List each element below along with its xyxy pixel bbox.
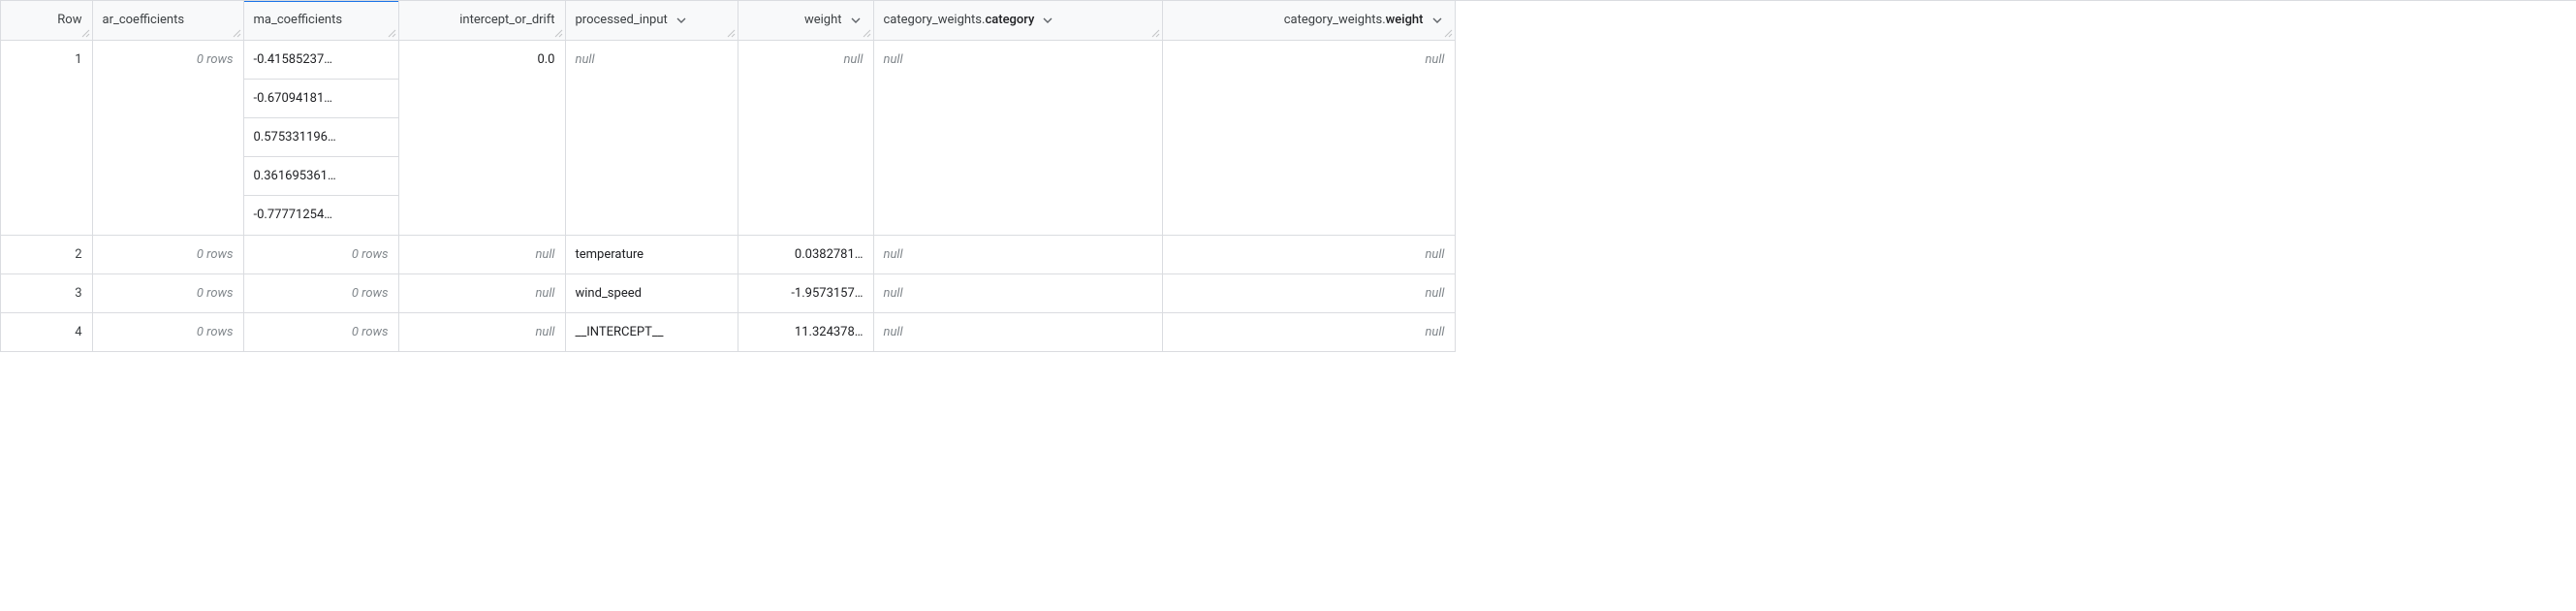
cell-ma-coefficients: -0.41585237… -0.67094181… 0.575331196… 0… — [243, 40, 398, 235]
list-item: 0.575331196… — [244, 118, 398, 157]
header-weight[interactable]: weight — [738, 1, 873, 40]
cell-row-number: 4 — [1, 312, 92, 351]
caret-down-icon[interactable] — [1040, 13, 1055, 28]
list-item: -0.77771254… — [244, 196, 398, 235]
header-label: ar_coefficients — [103, 13, 185, 27]
header-category-weights-category[interactable]: category_weights.category — [873, 1, 1162, 40]
cell-ar-coefficients: 0 rows — [92, 312, 243, 351]
cell-ma-coefficients: 0 rows — [243, 312, 398, 351]
header-category-weights-weight[interactable]: category_weights.weight — [1162, 1, 1455, 40]
header-label: Row — [57, 13, 81, 27]
resize-handle-icon[interactable] — [387, 28, 396, 38]
cell-category-weights-weight: null — [1162, 40, 1455, 235]
resize-handle-icon[interactable] — [862, 28, 871, 38]
header-label: processed_input — [576, 13, 668, 27]
list-item: 0.361695361… — [244, 157, 398, 196]
cell-row-number: 2 — [1, 235, 92, 273]
header-label: weight — [804, 13, 842, 27]
header-label-prefix: category_weights. — [884, 13, 986, 27]
cell-weight: 11.324378… — [738, 312, 873, 351]
table-row: 2 0 rows 0 rows null temperature 0.03827… — [1, 235, 1455, 273]
resize-handle-icon[interactable] — [232, 28, 241, 38]
resize-handle-icon[interactable] — [553, 28, 563, 38]
cell-processed-input: temperature — [565, 235, 738, 273]
cell-intercept-or-drift: null — [398, 312, 565, 351]
cell-weight: 0.0382781… — [738, 235, 873, 273]
header-label-field: weight — [1386, 13, 1424, 27]
cell-row-number: 3 — [1, 273, 92, 312]
resize-handle-icon[interactable] — [726, 28, 736, 38]
cell-processed-input: null — [565, 40, 738, 235]
results-table: Row ar_coefficients ma_coefficients inte… — [1, 1, 1456, 352]
cell-intercept-or-drift: null — [398, 235, 565, 273]
header-label: intercept_or_drift — [459, 13, 554, 27]
table-row: 4 0 rows 0 rows null __INTERCEPT__ 11.32… — [1, 312, 1455, 351]
header-processed-input[interactable]: processed_input — [565, 1, 738, 40]
caret-down-icon[interactable] — [1429, 13, 1445, 28]
resize-handle-icon[interactable] — [1443, 28, 1453, 38]
header-intercept-or-drift[interactable]: intercept_or_drift — [398, 1, 565, 40]
cell-row-number: 1 — [1, 40, 92, 235]
table-row: 1 0 rows -0.41585237… -0.67094181… 0.575… — [1, 40, 1455, 235]
cell-processed-input: wind_speed — [565, 273, 738, 312]
caret-down-icon[interactable] — [674, 13, 689, 28]
resize-handle-icon[interactable] — [1150, 28, 1160, 38]
header-label: ma_coefficients — [254, 13, 343, 27]
list-item: -0.41585237… — [244, 41, 398, 80]
cell-weight: -1.9573157… — [738, 273, 873, 312]
cell-category-weights-category: null — [873, 40, 1162, 235]
header-ma-coefficients[interactable]: ma_coefficients — [243, 1, 398, 40]
cell-weight: null — [738, 40, 873, 235]
cell-category-weights-weight: null — [1162, 312, 1455, 351]
header-label-field: category — [985, 13, 1034, 27]
cell-category-weights-category: null — [873, 273, 1162, 312]
cell-ar-coefficients: 0 rows — [92, 235, 243, 273]
cell-processed-input: __INTERCEPT__ — [565, 312, 738, 351]
header-label-prefix: category_weights. — [1284, 13, 1386, 27]
header-ar-coefficients[interactable]: ar_coefficients — [92, 1, 243, 40]
cell-intercept-or-drift: null — [398, 273, 565, 312]
cell-ar-coefficients: 0 rows — [92, 40, 243, 235]
header-row: Row ar_coefficients ma_coefficients inte… — [1, 1, 1455, 40]
resize-handle-icon[interactable] — [80, 28, 90, 38]
cell-category-weights-category: null — [873, 312, 1162, 351]
table-row: 3 0 rows 0 rows null wind_speed -1.95731… — [1, 273, 1455, 312]
cell-ma-coefficients: 0 rows — [243, 273, 398, 312]
list-item: -0.67094181… — [244, 80, 398, 118]
cell-intercept-or-drift: 0.0 — [398, 40, 565, 235]
header-row-number[interactable]: Row — [1, 1, 92, 40]
cell-category-weights-category: null — [873, 235, 1162, 273]
cell-ma-coefficients: 0 rows — [243, 235, 398, 273]
cell-category-weights-weight: null — [1162, 273, 1455, 312]
caret-down-icon[interactable] — [848, 13, 864, 28]
ma-coefficients-list: -0.41585237… -0.67094181… 0.575331196… 0… — [244, 41, 398, 235]
cell-ar-coefficients: 0 rows — [92, 273, 243, 312]
cell-category-weights-weight: null — [1162, 235, 1455, 273]
